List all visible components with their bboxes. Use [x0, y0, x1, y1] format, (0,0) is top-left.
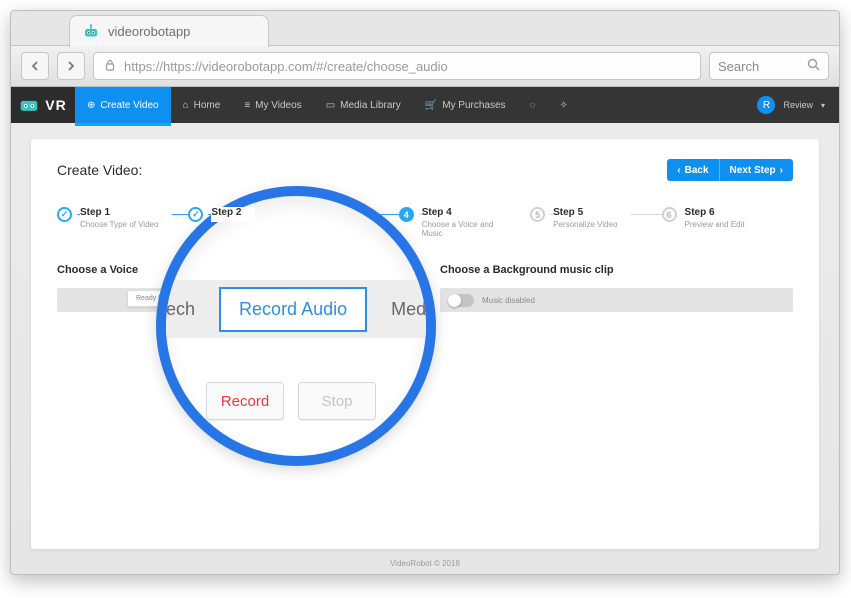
plus-circle-icon: ⊕ [87, 100, 95, 111]
step-label: Step 1 [80, 207, 158, 218]
nav-label: Create Video [100, 100, 158, 111]
chevron-down-icon: ▾ [821, 101, 825, 110]
gear-icon: ✧ [560, 100, 568, 111]
nav-media-library[interactable]: ▭ Media Library [314, 87, 413, 123]
nav-label: Home [194, 100, 221, 111]
app-logo[interactable]: VR [11, 87, 75, 123]
music-toggle[interactable] [448, 294, 474, 307]
nav-label: Media Library [340, 100, 401, 111]
search-placeholder: Search [718, 59, 759, 74]
record-button[interactable]: Record [206, 382, 284, 420]
step-1[interactable]: Step 1 Choose Type of Video [57, 207, 188, 229]
nav-settings[interactable]: ✧ [548, 87, 580, 123]
logo-text: VR [45, 97, 66, 113]
step-label: Step 2 [211, 207, 241, 218]
music-label: Music disabled [482, 296, 535, 305]
tab-title: videorobotapp [108, 24, 190, 39]
nav-help[interactable]: ◌ [518, 87, 548, 123]
page-title: Create Video: [57, 162, 142, 178]
tab-strip: videorobotapp [11, 11, 839, 45]
search-icon [807, 58, 820, 74]
nav-my-videos[interactable]: ≡ My Videos [232, 87, 313, 123]
back-step-button[interactable]: ‹ Back [667, 159, 719, 181]
step-label: Step 6 [685, 207, 745, 218]
browser-tab[interactable]: videorobotapp [69, 15, 269, 47]
nav-home[interactable]: ⌂ Home [171, 87, 233, 123]
chevron-left-icon: ‹ [677, 165, 680, 176]
step-indicator: 6 [662, 207, 677, 222]
browser-window: videorobotapp https://https://videorobot… [10, 10, 840, 575]
nav-label: My Purchases [442, 100, 505, 111]
step-indicator: 5 [530, 207, 545, 222]
next-step-button[interactable]: Next Step › [720, 159, 793, 181]
forward-button[interactable] [57, 52, 85, 80]
folder-icon: ▭ [326, 100, 335, 111]
robot-icon [82, 23, 100, 41]
stop-button[interactable]: Stop [298, 382, 376, 420]
step-label: Step 4 [422, 207, 516, 218]
footer: VideoRobot © 2018 [31, 549, 819, 575]
button-label: Next Step [730, 165, 776, 176]
tab-fragment-right[interactable]: Med [391, 299, 426, 320]
step-sub: Preview and Edit [685, 220, 745, 229]
step-label: Step 5 [553, 207, 617, 218]
avatar[interactable]: R [757, 96, 775, 114]
step-indicator: 4 [399, 207, 414, 222]
music-column: Choose a Background music clip Music dis… [440, 264, 793, 312]
browser-toolbar: https://https://videorobotapp.com/#/crea… [11, 45, 839, 87]
home-icon: ⌂ [183, 100, 189, 111]
nav-create-video[interactable]: ⊕ Create Video [75, 87, 171, 123]
list-icon: ≡ [244, 100, 250, 111]
step-sub: Choose a Voice and Music [422, 220, 516, 238]
nav-my-purchases[interactable]: 🛒 My Purchases [413, 87, 518, 123]
button-label: Back [685, 165, 709, 176]
music-heading: Choose a Background music clip [440, 264, 793, 276]
search-box[interactable]: Search [709, 52, 829, 80]
lock-icon [104, 59, 116, 74]
step-5[interactable]: 5 Step 5 Personalize Video [530, 207, 661, 229]
tab-fragment-left[interactable]: eech [156, 299, 195, 320]
step-6[interactable]: 6 Step 6 Preview and Edit [662, 207, 793, 229]
step-sub: Personalize Video [553, 220, 617, 229]
chevron-right-icon: › [780, 165, 783, 176]
music-bar: Music disabled [440, 288, 793, 312]
back-button[interactable] [21, 52, 49, 80]
url-text: https://https://videorobotapp.com/#/crea… [124, 59, 448, 74]
nav-label: My Videos [255, 100, 302, 111]
cart-icon: 🛒 [425, 100, 437, 111]
app-nav: VR ⊕ Create Video ⌂ Home ≡ My Videos ▭ M… [11, 87, 839, 123]
address-bar[interactable]: https://https://videorobotapp.com/#/crea… [93, 52, 701, 80]
help-icon: ◌ [530, 100, 536, 111]
magnifier-overlay: eech Record Audio Med Record Stop [156, 186, 436, 466]
step-nav-buttons: ‹ Back Next Step › [667, 159, 793, 181]
step-indicator [57, 207, 72, 222]
step-sub: Choose Type of Video [80, 220, 158, 229]
tab-record-audio[interactable]: Record Audio [219, 287, 367, 332]
review-menu[interactable]: Review [783, 100, 813, 110]
